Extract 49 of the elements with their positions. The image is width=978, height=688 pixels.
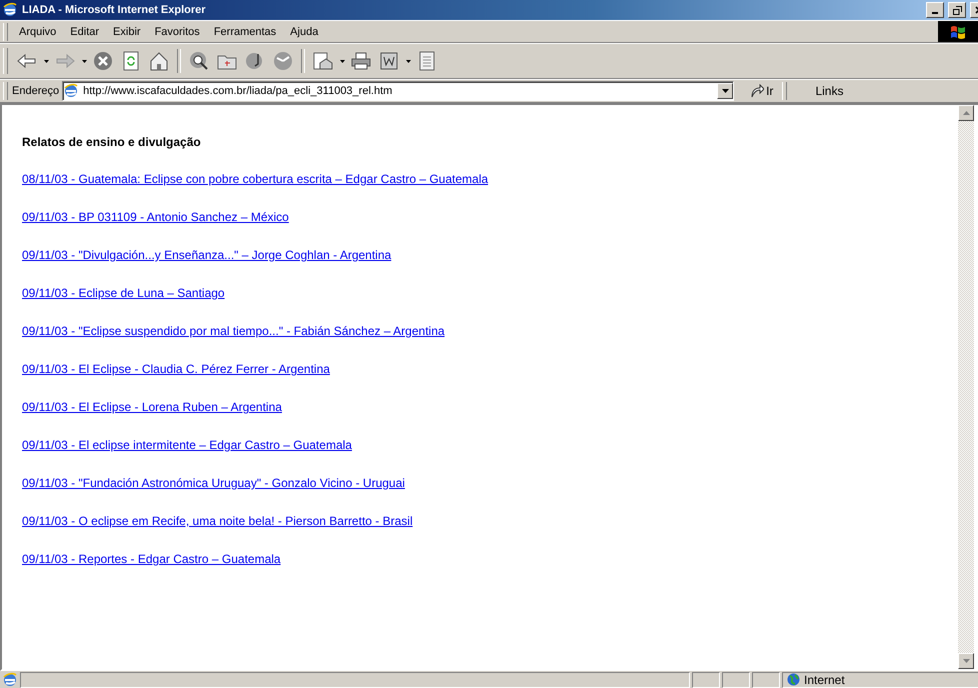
caret-icon[interactable] [340,60,344,62]
caret-icon[interactable] [82,60,86,62]
caret-icon [722,89,729,93]
status-page-icon [2,672,18,688]
report-link[interactable]: 08/11/03 - Guatemala: Eclipse con pobre cobertura escrita – Edgar Castro – Guatemala [22,172,488,186]
windows-logo-icon [938,21,978,42]
globe-icon [787,673,800,686]
menu-item[interactable]: Arquivo [12,24,64,40]
address-label: Endereço [12,85,60,97]
address-field[interactable]: http://www.iscafaculdades.com.br/liada/pa_ecli_311003_rel.htm [62,81,734,101]
edit-icon[interactable] [378,50,400,72]
report-link[interactable]: 09/11/03 - "Eclipse suspendido por mal tiempo..." - Fabián Sánchez – Argentina [22,324,445,338]
menu-item[interactable]: Favoritos [148,24,207,40]
mail-icon[interactable] [312,50,334,72]
report-link[interactable]: 09/11/03 - O eclipse em Recife, uma noite bela! - Pierson Barretto - Brasil [22,514,413,528]
report-link[interactable]: 09/11/03 - "Fundación Astronómica Uruguay" - Gonzalo Vicino - Uruguai [22,476,405,490]
report-link[interactable]: 09/11/03 - BP 031109 - Antonio Sanchez – México [22,210,289,224]
scroll-up-button[interactable] [958,105,974,121]
report-link[interactable]: 09/11/03 - Reportes - Edgar Castro – Guatemala [22,552,281,566]
minimize-button[interactable] [926,2,944,18]
report-link[interactable]: 09/11/03 - "Divulgación...y Enseñanza..." – Jorge Coghlan - Argentina [22,248,392,262]
report-link[interactable]: 09/11/03 - Eclipse de Luna – Santiago [22,286,225,300]
caret-icon[interactable] [406,60,410,62]
menu-item[interactable]: Ajuda [283,24,326,40]
links-button[interactable]: Links [811,84,848,98]
go-arrow-icon [750,84,764,98]
go-button[interactable]: Ir [744,84,780,98]
menu-item[interactable]: Ferramentas [206,24,284,40]
report-link[interactable]: 09/11/03 - El Eclipse - Lorena Ruben – Argentina [22,400,282,414]
up-arrow-icon [962,111,970,115]
report-link[interactable]: 09/11/03 - El eclipse intermitente – Edgar Castro – Guatemala [22,438,352,452]
home-icon[interactable] [148,50,170,72]
app-icon [2,2,18,18]
search-icon[interactable] [188,50,210,72]
scroll-down-button[interactable] [958,653,974,669]
zone-label: Internet [804,672,845,686]
report-link[interactable]: 09/11/03 - El Eclipse - Claudia C. Pérez Ferrer - Argentina [22,362,330,376]
window-title: LIADA - Microsoft Internet Explorer [22,4,207,16]
print-icon[interactable] [350,50,372,72]
scrollbar[interactable] [958,105,974,669]
stop-icon[interactable] [92,50,114,72]
page-heading: Relatos de ensino e divulgação [22,135,202,149]
caret-icon[interactable] [44,60,48,62]
restore-icon [952,6,962,14]
dropdown-button[interactable] [717,83,734,99]
down-arrow-icon [962,659,970,663]
restore-button[interactable] [948,2,966,18]
menu-item[interactable]: Editar [63,24,106,40]
menu-item[interactable]: Exibir [106,24,148,40]
